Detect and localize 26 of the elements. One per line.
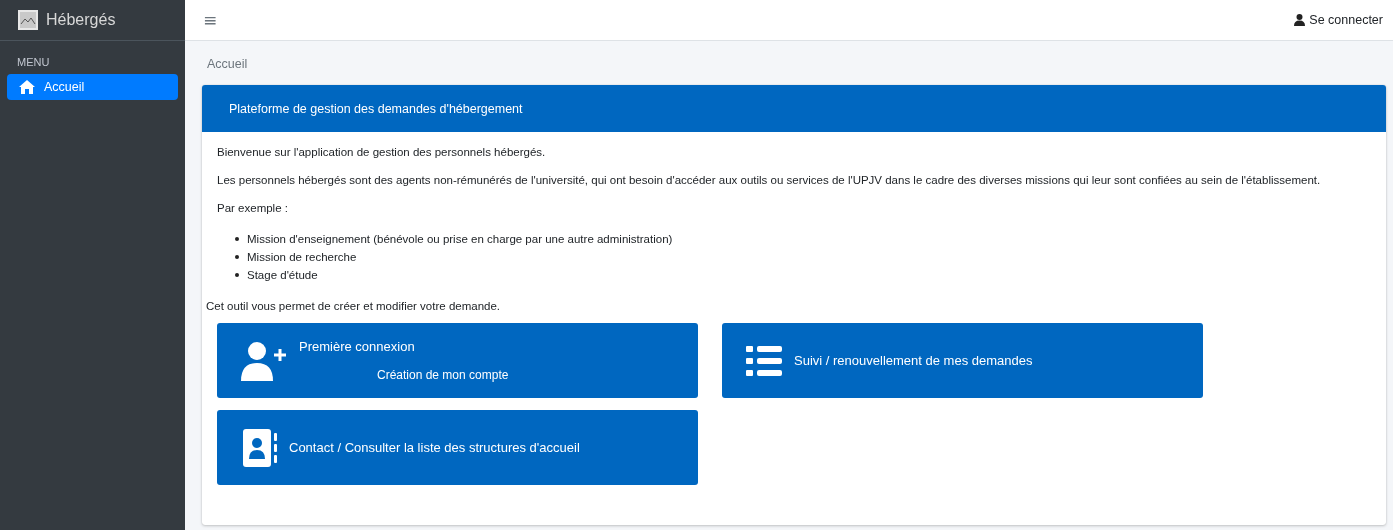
list-icon xyxy=(746,344,782,377)
bullet-icon xyxy=(235,273,239,277)
login-link[interactable]: Se connecter xyxy=(1294,13,1383,27)
bullet-icon xyxy=(235,237,239,241)
paragraph: Les personnels hébergés sont des agents non-rémunérés de l'université, qui ont besoin d'accéder aux outils ou services de l'UPJV dans le cadre des diverses missions qui leur sont confiées au sein de l'établissement. xyxy=(217,174,1322,186)
paragraph: Cet outil vous permet de créer et modifier votre demande. xyxy=(206,300,502,312)
bullet-icon xyxy=(235,255,239,259)
list-item: Mission d'enseignement (bénévole ou prise en charge par une autre administration) xyxy=(247,232,673,247)
tile-button[interactable]: Contact / Consulter la liste des structures d'accueil xyxy=(217,410,698,485)
brand-name: Hébergés xyxy=(46,11,116,29)
add-user-icon xyxy=(241,340,287,381)
paragraph: Bienvenue sur l'application de gestion des personnels hébergés. xyxy=(217,146,547,158)
breadcrumb: Accueil xyxy=(206,57,249,73)
menu-heading: MENU xyxy=(16,55,51,70)
tile-button[interactable]: Suivi / renouvellement de mes demandes xyxy=(722,323,1203,398)
user-icon xyxy=(1294,14,1306,26)
paragraph: Par exemple : xyxy=(217,202,289,214)
contact-book-icon xyxy=(243,428,277,467)
logo-icon xyxy=(18,10,38,30)
card-title: Plateforme de gestion des demandes d'hébergement xyxy=(229,101,523,116)
home-icon xyxy=(19,80,35,94)
list-item: Stage d'étude xyxy=(247,268,318,283)
list-item: Mission de recherche xyxy=(247,250,357,265)
sidebar-item[interactable]: Accueil xyxy=(7,74,178,100)
menu-button[interactable]: ≡ xyxy=(199,10,222,30)
tile-button[interactable]: Première connexion Création de mon compte xyxy=(217,323,698,398)
